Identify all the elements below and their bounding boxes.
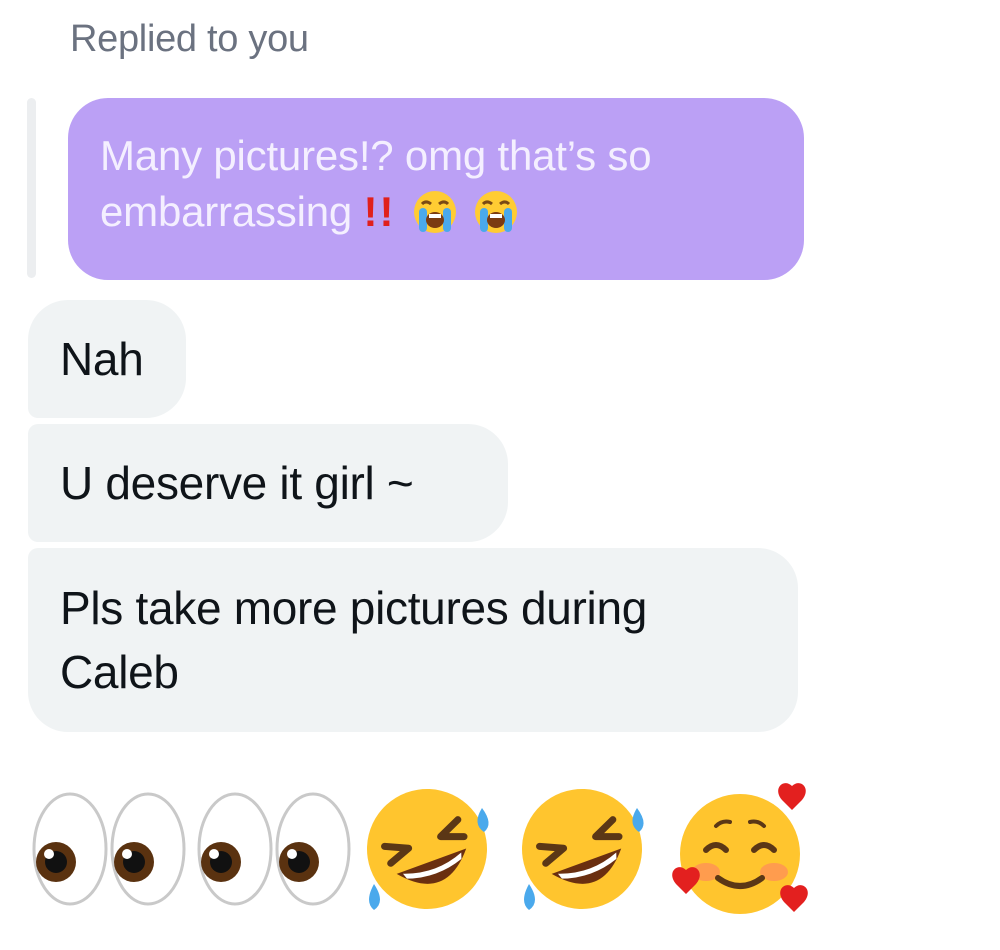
smiling-face-with-hearts-icon: [672, 783, 808, 914]
loudly-crying-face-icon: [475, 191, 518, 233]
reply-indicator-bar: [27, 98, 36, 278]
message-bubble[interactable]: U deserve it girl ~: [28, 424, 508, 542]
loudly-crying-face-icon: [414, 191, 456, 233]
eyes-icon: [32, 792, 186, 906]
replied-to-you-label: Replied to you: [70, 18, 309, 60]
message-bubble[interactable]: Pls take more pictures during Caleb: [28, 548, 798, 732]
message-bubble[interactable]: Nah: [28, 300, 186, 418]
rolling-on-the-floor-laughing-icon: [522, 789, 644, 910]
eyes-icon: [197, 792, 351, 906]
double-exclamation-icon: !!: [363, 188, 396, 235]
quoted-message-bubble[interactable]: Many pictures!? omg that’s so embarrassi…: [68, 98, 804, 280]
rolling-on-the-floor-laughing-icon: [367, 789, 489, 910]
